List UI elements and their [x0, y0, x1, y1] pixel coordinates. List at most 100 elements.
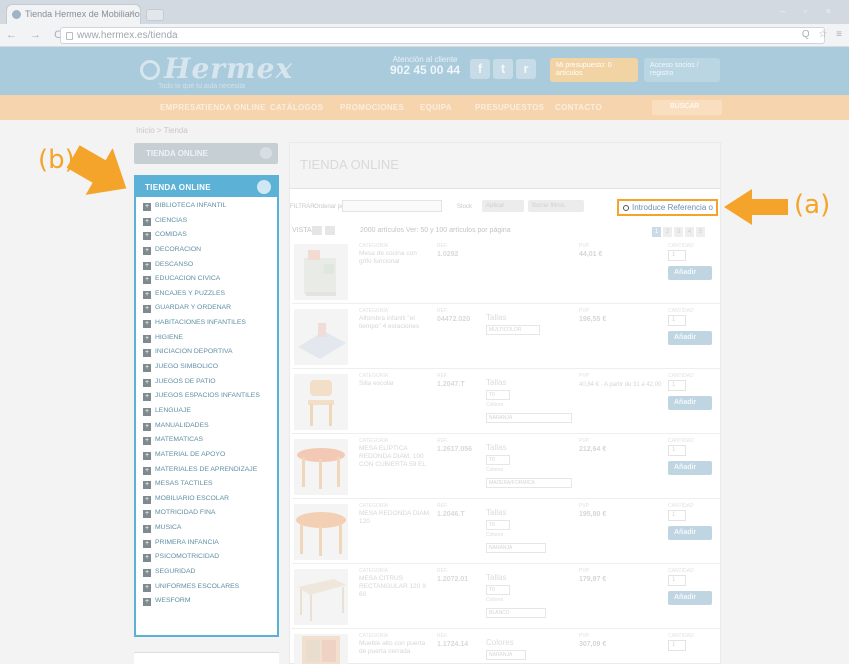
add-to-cart-button[interactable]: Añadir [668, 526, 712, 540]
page-link[interactable]: 2 [663, 227, 672, 237]
category-item[interactable]: + ENCAJES Y PUZZLES [143, 290, 260, 305]
nav-item-contacto[interactable]: CONTACTO [555, 103, 602, 112]
quantity-input[interactable]: 1 [668, 380, 686, 391]
category-item[interactable]: + UNIFORMES ESCOLARES [143, 583, 260, 598]
product-name[interactable]: Alfombra infantil "el tiempo" 4 estacion… [359, 315, 431, 331]
option2-select[interactable]: NARANJA [486, 413, 572, 423]
quantity-input[interactable]: 1 [668, 250, 686, 261]
reference-search-input[interactable]: Introduce Referencia o [617, 199, 718, 216]
nav-buttons[interactable]: ← → C [6, 29, 67, 41]
add-to-cart-button[interactable]: Añadir [668, 266, 712, 280]
product-image[interactable] [294, 309, 348, 365]
add-to-cart-button[interactable]: Añadir [668, 591, 712, 605]
category-item[interactable]: + MOTRICIDAD FINA [143, 509, 260, 524]
category-item[interactable]: + GUARDAR Y ORDENAR [143, 304, 260, 319]
category-item[interactable]: + PRIMERA INFANCIA [143, 539, 260, 554]
quantity-input[interactable]: 1 [668, 315, 686, 326]
category-item[interactable]: + JUEGOS DE PATIO [143, 378, 260, 393]
category-item[interactable]: + MATERIAL DE APOYO [143, 451, 260, 466]
clear-filter-button[interactable]: Borrar filtros [528, 200, 584, 212]
rss-icon[interactable]: r [516, 59, 536, 79]
nav-item-promociones[interactable]: PROMOCIONES [340, 103, 404, 112]
category-item[interactable]: + WESFORM [143, 597, 260, 612]
option-select[interactable]: T0 [486, 585, 510, 595]
option2-select[interactable]: BLANCO [486, 608, 546, 618]
page-link[interactable]: 5 [696, 227, 705, 237]
quantity-input[interactable]: 1 [668, 575, 686, 586]
product-image[interactable] [294, 244, 348, 300]
tab-close-icon[interactable]: × [129, 8, 134, 18]
option2-select[interactable]: NARANJA [486, 543, 546, 553]
option-select[interactable]: NARANJA [486, 650, 526, 660]
product-name[interactable]: Silla escolar [359, 380, 431, 388]
nav-item-catalogos[interactable]: CATÁLOGOS [270, 103, 323, 112]
category-item[interactable]: + HABITACIONES INFANTILES [143, 319, 260, 334]
site-logo[interactable]: Hermex [140, 52, 293, 85]
quantity-input[interactable]: 1 [668, 510, 686, 521]
product-image[interactable] [294, 634, 348, 664]
category-item[interactable]: + SEGURIDAD [143, 568, 260, 583]
category-item[interactable]: + MESAS TACTILES [143, 480, 260, 495]
list-view-icon[interactable] [312, 226, 322, 235]
category-item[interactable]: + MOBILIARIO ESCOLAR [143, 495, 260, 510]
toggle-icon[interactable] [260, 147, 272, 159]
nav-item-tienda[interactable]: TIENDA ONLINE [200, 103, 266, 112]
nav-item-empresa[interactable]: EMPRESA [160, 103, 202, 112]
page-link[interactable]: 3 [674, 227, 683, 237]
browser-menu-icons[interactable]: Q ☆ ≡ [802, 29, 845, 40]
category-item[interactable]: + MANUALIDADES [143, 422, 260, 437]
option2-select[interactable]: MADERA/FORMICA [486, 478, 572, 488]
category-item[interactable]: + LENGUAJE [143, 407, 260, 422]
page-link[interactable]: 4 [685, 227, 694, 237]
option-select[interactable]: MULTICOLOR [486, 325, 540, 335]
window-controls[interactable]: – ▫ × [781, 6, 839, 16]
collapse-icon[interactable] [257, 180, 271, 194]
product-name[interactable]: Mesa de cocina con grifo funcional [359, 250, 431, 266]
order-select[interactable] [342, 200, 442, 212]
new-tab-button[interactable] [146, 9, 164, 21]
breadcrumb[interactable]: Inicio > Tienda [136, 126, 188, 135]
product-name[interactable]: MESA CITRUS RECTANGULAR 120 X 60 [359, 575, 431, 599]
option-select[interactable]: T0 [486, 455, 510, 465]
product-name[interactable]: Mueble alto con puerta de puerta cerrada [359, 640, 431, 656]
account-button[interactable]: Acceso socios / registro [644, 58, 720, 82]
category-item[interactable]: + EDUCACION CIVICA [143, 275, 260, 290]
category-item[interactable]: + MATERIALES DE APRENDIZAJE [143, 466, 260, 481]
category-item[interactable]: + BIBLIOTECA INFANTIL [143, 202, 260, 217]
url-field[interactable]: www.hermex.es/tienda [60, 27, 825, 44]
product-name[interactable]: MESA ELÍPTICA REDONDA DIAM. 100 CON CUBI… [359, 445, 431, 469]
product-image[interactable] [294, 374, 348, 430]
category-item[interactable]: + DESCANSO [143, 261, 260, 276]
sidebar-panel-header[interactable]: TIENDA ONLINE [136, 177, 277, 197]
category-item[interactable]: + HIGIENE [143, 334, 260, 349]
facebook-icon[interactable]: f [470, 59, 490, 79]
category-item[interactable]: + COMIDAS [143, 231, 260, 246]
nav-search-button[interactable]: BUSCAR [652, 100, 722, 115]
product-image[interactable] [294, 569, 348, 625]
category-item[interactable]: + JUEGO SIMBOLICO [143, 363, 260, 378]
add-to-cart-button[interactable]: Añadir [668, 461, 712, 475]
grid-view-icon[interactable] [325, 226, 335, 235]
category-item[interactable]: + JUEGOS ESPACIOS INFANTILES [143, 392, 260, 407]
nav-item-equipa[interactable]: EQUIPA [420, 103, 452, 112]
add-to-cart-button[interactable]: Añadir [668, 396, 712, 410]
product-image[interactable] [294, 439, 348, 495]
product-name[interactable]: MESA REDONDA DIAM. 120 [359, 510, 431, 526]
apply-filter-button[interactable]: Aplicar [482, 200, 524, 212]
browser-tab[interactable]: Tienda Hermex de Mobiliario × [6, 4, 141, 24]
nav-item-presupuestos[interactable]: PRESUPUESTOS [475, 103, 544, 112]
option-select[interactable]: T0 [486, 390, 510, 400]
quantity-input[interactable]: 1 [668, 640, 686, 651]
category-item[interactable]: + PSICOMOTRICIDAD [143, 553, 260, 568]
sidebar-collapsed-header[interactable]: TIENDA ONLINE [134, 143, 278, 164]
quantity-input[interactable]: 1 [668, 445, 686, 456]
cart-button[interactable]: Mi presupuesto: 0 artículos [550, 58, 638, 82]
category-item[interactable]: + MATEMATICAS [143, 436, 260, 451]
category-item[interactable]: + DECORACION [143, 246, 260, 261]
option-select[interactable]: T0 [486, 520, 510, 530]
category-item[interactable]: + MUSICA [143, 524, 260, 539]
twitter-icon[interactable]: t [493, 59, 513, 79]
product-image[interactable] [294, 504, 348, 560]
category-item[interactable]: + CIENCIAS [143, 217, 260, 232]
page-link[interactable]: 1 [652, 227, 661, 237]
